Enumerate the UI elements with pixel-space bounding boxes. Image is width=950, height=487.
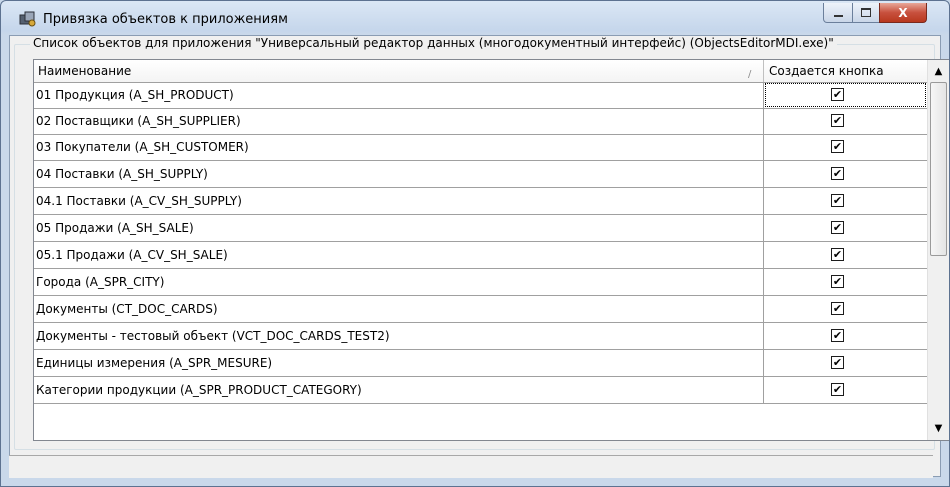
grid-header: Наименование / Создается кнопка xyxy=(34,60,927,83)
row-name: Города (A_SPR_CITY) xyxy=(34,269,764,295)
scroll-thumb[interactable] xyxy=(930,82,947,256)
row-checkbox-cell[interactable]: ✔ xyxy=(764,161,927,187)
scroll-down-icon[interactable]: ▼ xyxy=(929,418,948,438)
column-header-button[interactable]: Создается кнопка xyxy=(764,60,927,82)
row-name: 05 Продажи (A_SH_SALE) xyxy=(34,215,764,241)
column-header-name-label: Наименование xyxy=(38,64,132,78)
row-name: Единицы измерения (A_SPR_MESURE) xyxy=(34,350,764,376)
scroll-up-icon[interactable]: ▲ xyxy=(929,61,948,81)
row-checkbox-cell[interactable]: ✔ xyxy=(764,108,927,134)
row-name: 03 Покупатели (A_SH_CUSTOMER) xyxy=(34,134,764,160)
table-row[interactable]: Документы - тестовый объект (VCT_DOC_CAR… xyxy=(34,323,927,350)
checkbox[interactable]: ✔ xyxy=(831,167,844,180)
row-name: 04 Поставки (A_SH_SUPPLY) xyxy=(34,161,764,187)
checkbox[interactable]: ✔ xyxy=(831,383,844,396)
row-name: Категории продукции (A_SPR_PRODUCT_CATEG… xyxy=(34,377,764,403)
checkbox[interactable]: ✔ xyxy=(831,356,844,369)
row-name: 02 Поставщики (A_SH_SUPPLIER) xyxy=(34,108,764,134)
row-checkbox-cell[interactable]: ✔ xyxy=(764,269,927,295)
close-button[interactable]: X xyxy=(879,3,927,23)
checkbox[interactable]: ✔ xyxy=(831,114,844,127)
checkbox[interactable]: ✔ xyxy=(831,302,844,315)
table-row[interactable]: 05 Продажи (A_SH_SALE) ✔ xyxy=(34,215,927,242)
column-header-name[interactable]: Наименование / xyxy=(34,60,764,82)
row-name: 01 Продукция (A_SH_PRODUCT) xyxy=(34,82,764,108)
table-row[interactable]: 04.1 Поставки (A_CV_SH_SUPPLY) ✔ xyxy=(34,188,927,215)
checkbox[interactable]: ✔ xyxy=(831,140,844,153)
row-checkbox-cell[interactable]: ✔ xyxy=(764,134,927,160)
group-label: Список объектов для приложения "Универса… xyxy=(30,36,837,50)
row-name: Документы - тестовый объект (VCT_DOC_CAR… xyxy=(34,323,764,349)
table-row[interactable]: Единицы измерения (A_SPR_MESURE) ✔ xyxy=(34,350,927,377)
app-icon xyxy=(19,11,36,27)
row-checkbox-cell[interactable]: ✔ xyxy=(764,296,927,322)
table-row[interactable]: 02 Поставщики (A_SH_SUPPLIER) ✔ xyxy=(34,108,927,135)
checkbox[interactable]: ✔ xyxy=(831,275,844,288)
maximize-button[interactable] xyxy=(852,3,880,23)
row-checkbox-cell[interactable]: ✔ xyxy=(764,188,927,214)
window-title: Привязка объектов к приложениям xyxy=(43,12,288,27)
row-checkbox-cell[interactable]: ✔ xyxy=(764,377,927,403)
checkbox[interactable]: ✔ xyxy=(831,221,844,234)
main-window: Привязка объектов к приложениям X Список… xyxy=(0,0,950,487)
table-row[interactable]: 05.1 Продажи (A_CV_SH_SALE) ✔ xyxy=(34,242,927,269)
vertical-scrollbar[interactable]: ▲ ▼ xyxy=(927,60,949,440)
table-row[interactable]: 04 Поставки (A_SH_SUPPLY) ✔ xyxy=(34,161,927,188)
row-checkbox-cell[interactable]: ✔ xyxy=(764,350,927,376)
maximize-icon xyxy=(861,8,871,17)
checkbox[interactable]: ✔ xyxy=(831,248,844,261)
checkbox[interactable]: ✔ xyxy=(831,88,844,101)
objects-grid[interactable]: Наименование / Создается кнопка 01 Проду… xyxy=(33,59,949,441)
checkbox[interactable]: ✔ xyxy=(831,329,844,342)
minimize-button[interactable] xyxy=(823,3,853,23)
row-checkbox-cell[interactable]: ✔ xyxy=(764,323,927,349)
table-row[interactable]: Города (A_SPR_CITY) ✔ xyxy=(34,269,927,296)
table-row[interactable]: Документы (CT_DOC_CARDS) ✔ xyxy=(34,296,927,323)
row-checkbox-cell[interactable]: ✔ xyxy=(764,82,927,108)
title-bar[interactable]: Привязка объектов к приложениям X xyxy=(1,1,949,35)
close-icon: X xyxy=(898,5,908,20)
checkbox[interactable]: ✔ xyxy=(831,194,844,207)
table-row[interactable]: Категории продукции (A_SPR_PRODUCT_CATEG… xyxy=(34,377,927,404)
row-checkbox-cell[interactable]: ✔ xyxy=(764,215,927,241)
table-row[interactable]: 03 Покупатели (A_SH_CUSTOMER) ✔ xyxy=(34,134,927,161)
row-name: 04.1 Поставки (A_CV_SH_SUPPLY) xyxy=(34,188,764,214)
row-checkbox-cell[interactable]: ✔ xyxy=(764,242,927,268)
row-name: Документы (CT_DOC_CARDS) xyxy=(34,296,764,322)
row-name: 05.1 Продажи (A_CV_SH_SALE) xyxy=(34,242,764,268)
table-row[interactable]: 01 Продукция (A_SH_PRODUCT) ✔ xyxy=(34,82,927,109)
status-bar xyxy=(9,455,933,478)
minimize-icon xyxy=(833,14,843,17)
